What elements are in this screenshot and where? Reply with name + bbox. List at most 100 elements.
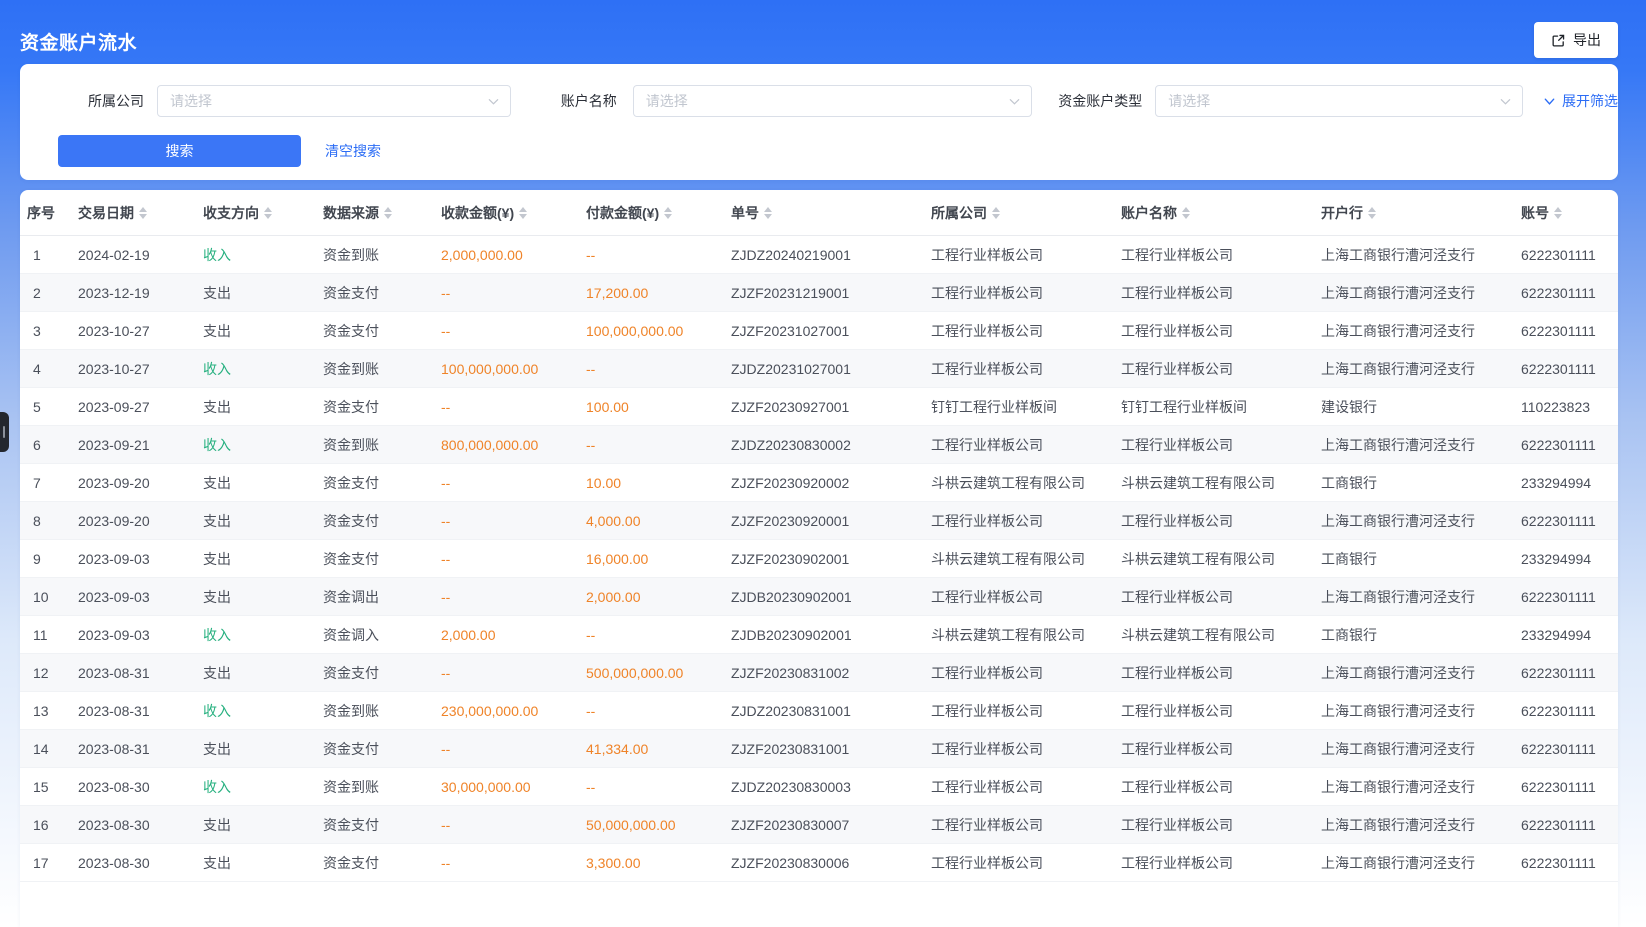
cell-bank: 工商银行 [1321,549,1521,569]
cell-receipt: -- [441,817,586,833]
cell-receipt: -- [441,475,586,491]
cell-account_no: 110223823 [1521,399,1618,415]
cell-date: 2023-09-20 [78,513,203,529]
cell-source: 资金支付 [323,739,441,759]
cell-direction: 支出 [203,815,323,835]
cell-company: 工程行业样板公司 [931,359,1121,379]
cell-direction: 支出 [203,397,323,417]
cell-account_name: 工程行业样板公司 [1121,435,1321,455]
table-row: 152023-08-30收入资金到账30,000,000.00--ZJDZ202… [20,768,1618,806]
cell-order_no: ZJZF20230920002 [731,475,931,491]
cell-date: 2023-10-27 [78,361,203,377]
cell-account_name: 工程行业样板公司 [1121,663,1321,683]
filter-label-account-name: 账户名称 [561,91,617,111]
cell-order_no: ZJDZ20240219001 [731,247,931,263]
cell-direction: 支出 [203,473,323,493]
cell-date: 2023-08-30 [78,817,203,833]
cell-account_name: 工程行业样板公司 [1121,321,1321,341]
cell-account_name: 工程行业样板公司 [1121,511,1321,531]
cell-company: 工程行业样板公司 [931,777,1121,797]
cell-receipt: -- [441,323,586,339]
cell-account_name: 钉钉工程行业样板间 [1121,397,1321,417]
cell-order_no: ZJDZ20230830002 [731,437,931,453]
cell-bank: 工商银行 [1321,625,1521,645]
export-button[interactable]: 导出 [1534,22,1618,58]
cell-company: 工程行业样板公司 [931,587,1121,607]
cell-source: 资金支付 [323,663,441,683]
clear-search-link[interactable]: 清空搜索 [325,141,381,161]
cell-date: 2023-09-03 [78,589,203,605]
column-header-source[interactable]: 数据来源 [323,203,441,223]
cell-date: 2023-09-21 [78,437,203,453]
cell-direction: 支出 [203,283,323,303]
cell-order_no: ZJZF20230902001 [731,551,931,567]
cell-payment: -- [586,247,731,263]
table-row: 82023-09-20支出资金支付--4,000.00ZJZF202309200… [20,502,1618,540]
cell-source: 资金到账 [323,245,441,265]
sort-caret-icon [384,207,392,219]
account-type-select[interactable]: 请选择 [1155,85,1523,117]
cell-order_no: ZJZF20230830006 [731,855,931,871]
cell-account_no: 6222301111 [1521,323,1618,339]
column-header-receipt[interactable]: 收款金额(¥) [441,203,586,223]
cell-company: 工程行业样板公司 [931,663,1121,683]
cell-bank: 建设银行 [1321,397,1521,417]
side-drawer-handle[interactable] [0,412,9,452]
cell-account_name: 工程行业样板公司 [1121,359,1321,379]
cell-account_no: 6222301111 [1521,741,1618,757]
column-header-direction[interactable]: 收支方向 [203,203,323,223]
cell-direction: 收入 [203,701,323,721]
column-label: 数据来源 [323,203,379,223]
cell-direction: 收入 [203,359,323,379]
cell-order_no: ZJZF20231219001 [731,285,931,301]
column-header-account_no[interactable]: 账号 [1521,203,1618,223]
cell-payment: 50,000,000.00 [586,817,731,833]
cell-account_no: 6222301111 [1521,437,1618,453]
account-name-select-placeholder: 请选择 [646,91,688,111]
cell-date: 2023-12-19 [78,285,203,301]
company-select[interactable]: 请选择 [157,85,511,117]
cell-account_name: 工程行业样板公司 [1121,587,1321,607]
table-row: 132023-08-31收入资金到账230,000,000.00--ZJDZ20… [20,692,1618,730]
column-label: 账号 [1521,203,1549,223]
sort-caret-icon [992,207,1000,219]
cell-receipt: 100,000,000.00 [441,361,586,377]
table-row: 42023-10-27收入资金到账100,000,000.00--ZJDZ202… [20,350,1618,388]
cell-index: 5 [20,399,78,415]
cell-account_no: 233294994 [1521,551,1618,567]
cell-account_no: 233294994 [1521,627,1618,643]
column-label: 所属公司 [931,203,987,223]
search-button[interactable]: 搜索 [58,135,301,167]
cell-payment: 100,000,000.00 [586,323,731,339]
cell-order_no: ZJZF20230920001 [731,513,931,529]
cell-account_no: 6222301111 [1521,247,1618,263]
cell-date: 2023-08-30 [78,779,203,795]
column-header-bank[interactable]: 开户行 [1321,203,1521,223]
cell-company: 工程行业样板公司 [931,701,1121,721]
column-header-company[interactable]: 所属公司 [931,203,1121,223]
table-row: 52023-09-27支出资金支付--100.00ZJZF20230927001… [20,388,1618,426]
cell-direction: 收入 [203,625,323,645]
cell-source: 资金支付 [323,397,441,417]
sort-caret-icon [1182,207,1190,219]
column-header-date[interactable]: 交易日期 [78,203,203,223]
sort-caret-icon [664,207,672,219]
cell-receipt: 30,000,000.00 [441,779,586,795]
export-button-label: 导出 [1573,30,1601,50]
cell-account_name: 工程行业样板公司 [1121,853,1321,873]
cell-date: 2023-08-31 [78,703,203,719]
column-label: 收款金额(¥) [441,203,514,223]
chevron-down-icon [1499,95,1512,108]
column-header-payment[interactable]: 付款金额(¥) [586,203,731,223]
cell-receipt: 2,000.00 [441,627,586,643]
filter-panel: 所属公司 请选择 账户名称 请选择 资金账户类型 请选择 展开筛选 [20,64,1618,180]
cell-account_name: 斗栱云建筑工程有限公司 [1121,549,1321,569]
column-header-account_name[interactable]: 账户名称 [1121,203,1321,223]
account-name-select[interactable]: 请选择 [633,85,1033,117]
cell-bank: 上海工商银行漕河泾支行 [1321,663,1521,683]
expand-filters-link[interactable]: 展开筛选 [1543,91,1618,111]
cell-company: 斗栱云建筑工程有限公司 [931,625,1121,645]
cell-date: 2024-02-19 [78,247,203,263]
cell-index: 16 [20,817,78,833]
column-header-order_no[interactable]: 单号 [731,203,931,223]
